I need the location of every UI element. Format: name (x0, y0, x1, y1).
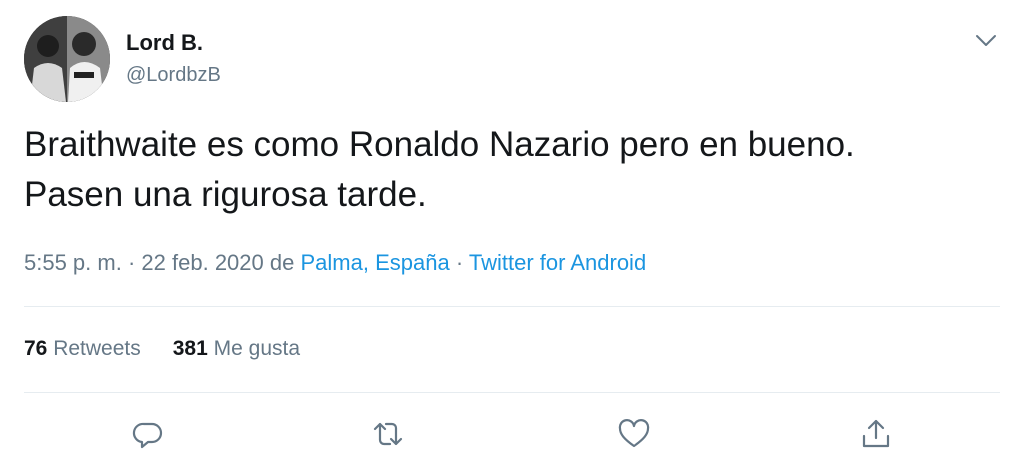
location-prefix: de (269, 250, 295, 275)
retweets-stat[interactable]: 76 Retweets (24, 337, 141, 360)
tweet-meta: 5:55 p. m. · 22 feb. 2020 de Palma, Espa… (24, 250, 646, 276)
heart-icon[interactable] (616, 416, 652, 452)
meta-separator: · (455, 250, 464, 275)
source-link[interactable]: Twitter for Android (469, 250, 646, 275)
avatar-photo (24, 16, 110, 102)
retweets-count: 76 (24, 337, 48, 360)
tweet-date[interactable]: 22 feb. 2020 (141, 250, 263, 275)
meta-separator: · (127, 250, 136, 275)
tweet-text-line: Braithwaite es como Ronaldo Nazario pero… (24, 125, 855, 164)
retweets-label: Retweets (53, 337, 141, 360)
tweet-text: Braithwaite es como Ronaldo Nazario pero… (24, 120, 1004, 220)
location-link[interactable]: Palma, España (301, 250, 450, 275)
likes-label: Me gusta (213, 337, 301, 360)
likes-count: 381 (172, 337, 208, 360)
author-name[interactable]: Lord B. (126, 30, 203, 56)
retweet-icon[interactable] (370, 416, 406, 452)
chevron-down-icon[interactable] (972, 28, 1000, 52)
share-icon[interactable] (858, 416, 894, 452)
divider (24, 392, 1000, 393)
tweet-stats: 76 Retweets 381 Me gusta (24, 337, 300, 361)
tweet-text-line: Pasen una rigurosa tarde. (24, 175, 427, 214)
avatar[interactable] (24, 16, 110, 102)
tweet-time[interactable]: 5:55 p. m. (24, 250, 122, 275)
reply-icon[interactable] (130, 416, 166, 452)
divider (24, 306, 1000, 307)
tweet-card: Lord B. @LordbzB Braithwaite es como Ron… (0, 0, 1024, 472)
author-handle[interactable]: @LordbzB (126, 64, 221, 87)
likes-stat[interactable]: 381 Me gusta (173, 337, 300, 360)
